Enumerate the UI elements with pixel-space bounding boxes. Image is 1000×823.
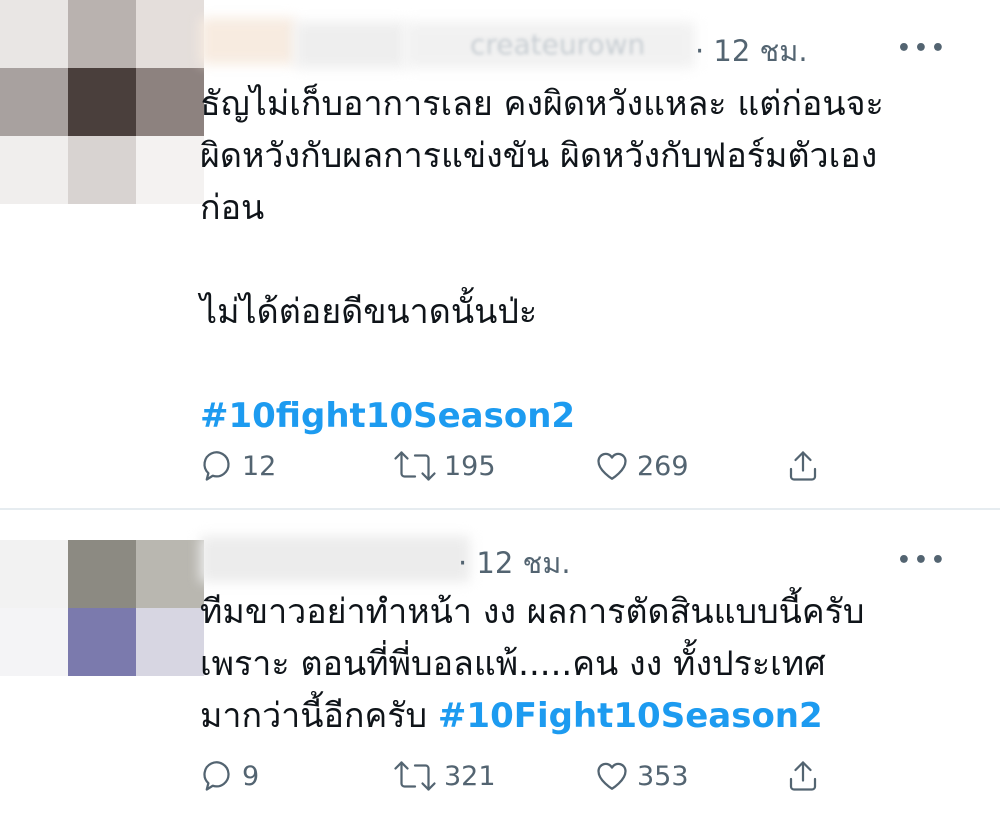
tweet-actions: 9 321 353 xyxy=(200,754,840,798)
retweet-count: 321 xyxy=(444,760,496,792)
retweet-count: 195 xyxy=(444,450,496,482)
retweet-button[interactable]: 321 xyxy=(392,754,496,798)
blurred-username xyxy=(295,22,405,68)
blurred-username[interactable] xyxy=(200,18,295,64)
reply-icon xyxy=(200,758,236,794)
reply-count: 12 xyxy=(242,450,277,482)
tweet-text: ทีมขาวอย่าทำหน้า งง ผลการตัดสินแบบนี้ครั… xyxy=(200,586,865,742)
avatar[interactable] xyxy=(0,540,204,676)
tweet-text-line: ทีมขาวอย่าทำหน้า งง ผลการตัดสินแบบนี้ครั… xyxy=(200,592,865,632)
tweet-timestamp[interactable]: · 12 ชม. xyxy=(695,28,808,74)
tweet-text-line: ธัญไม่เก็บอาการเลย คงผิดหวังแหละ แต่ก่อน… xyxy=(200,84,884,124)
tweet-text-line: เพราะ ตอนที่พี่บอลแพ้.....คน งง ทั้งประเ… xyxy=(200,644,826,684)
like-count: 353 xyxy=(637,760,689,792)
like-icon xyxy=(593,758,631,794)
share-icon xyxy=(785,448,821,484)
share-button[interactable] xyxy=(785,754,821,798)
tweet-text-segment: มากว่านี้อีกครับ xyxy=(200,696,428,736)
tweet-text-line: มากว่านี้อีกครับ #10Fight10Season2 xyxy=(200,690,865,742)
blurred-handle-text: createurown xyxy=(470,28,646,61)
avatar[interactable] xyxy=(0,0,204,204)
reply-icon xyxy=(200,448,236,484)
retweet-icon xyxy=(392,448,438,484)
like-button[interactable]: 269 xyxy=(593,444,689,488)
tweet-actions: 12 195 269 xyxy=(200,444,840,488)
tweet-text-line: ไม่ได้ต่อยดีขนาดนั้นป่ะ xyxy=(200,292,538,332)
share-button[interactable] xyxy=(785,444,821,488)
tweet-text-line: ก่อน xyxy=(200,188,265,228)
more-icon[interactable]: ••• xyxy=(897,548,948,573)
reply-count: 9 xyxy=(242,760,260,792)
more-icon[interactable]: ••• xyxy=(897,36,948,61)
like-count: 269 xyxy=(637,450,689,482)
tweet[interactable]: · 12 ชม. ••• ทีมขาวอย่าทำหน้า งง ผลการตั… xyxy=(0,510,1000,823)
tweet-text-line: ผิดหวังกับผลการแข่งขัน ผิดหวังกับฟอร์มตั… xyxy=(200,136,878,176)
like-button[interactable]: 353 xyxy=(593,754,689,798)
tweet-text: ธัญไม่เก็บอาการเลย คงผิดหวังแหละ แต่ก่อน… xyxy=(200,78,884,442)
share-icon xyxy=(785,758,821,794)
retweet-button[interactable]: 195 xyxy=(392,444,496,488)
tweet-timestamp[interactable]: · 12 ชม. xyxy=(458,540,571,586)
blurred-username[interactable] xyxy=(200,536,470,582)
retweet-icon xyxy=(392,758,438,794)
reply-button[interactable]: 9 xyxy=(200,754,259,798)
hashtag-link[interactable]: #10Fight10Season2 xyxy=(438,696,823,736)
like-icon xyxy=(593,448,631,484)
hashtag-link[interactable]: #10fight10Season2 xyxy=(200,390,884,442)
tweet[interactable]: createurown · 12 ชม. ••• ธัญไม่เก็บอาการ… xyxy=(0,0,1000,508)
reply-button[interactable]: 12 xyxy=(200,444,276,488)
